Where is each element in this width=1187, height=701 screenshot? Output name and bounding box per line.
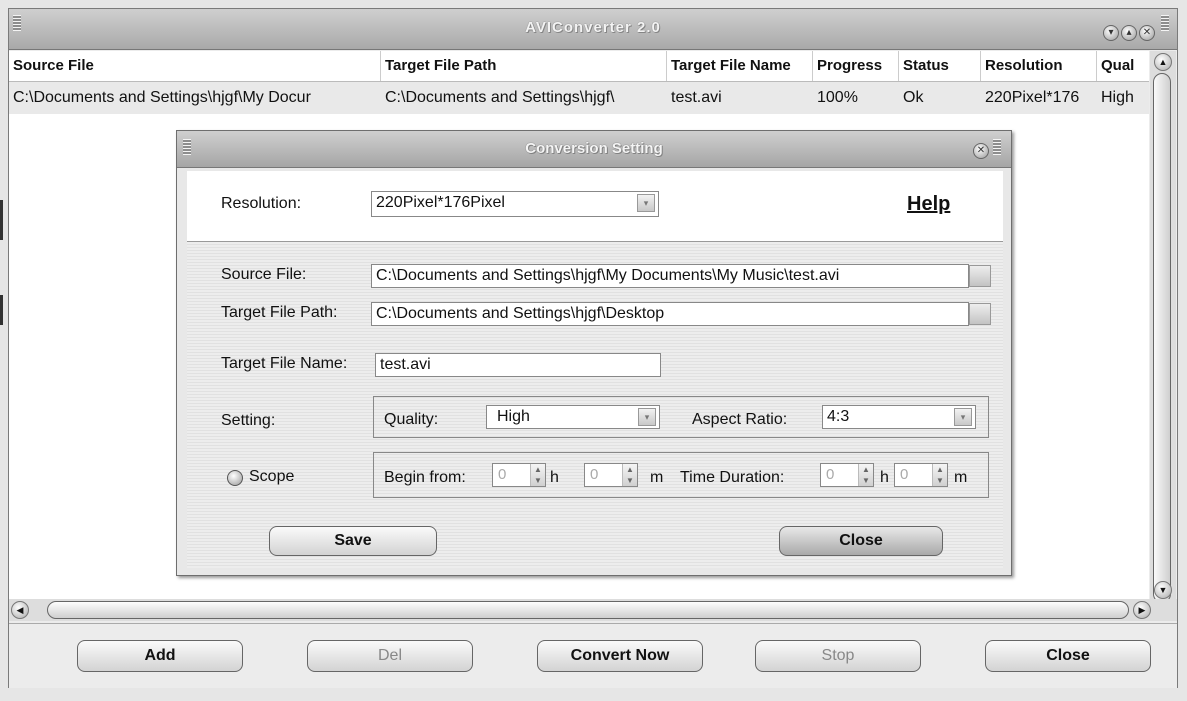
cell-status: Ok: [903, 89, 924, 106]
hours-unit: h: [880, 469, 889, 486]
aspect-ratio-label: Aspect Ratio:: [692, 411, 788, 428]
column-header-resolution[interactable]: Resolution: [981, 51, 1097, 81]
target-file-path-label: Target File Path:: [221, 304, 338, 321]
table-header: Source File Target File Path Target File…: [9, 51, 1149, 82]
target-file-name-field[interactable]: test.avi: [375, 353, 661, 377]
close-icon[interactable]: ✕: [1139, 25, 1155, 41]
vertical-scroll-thumb[interactable]: [1153, 73, 1171, 603]
minutes-unit: m: [650, 469, 664, 486]
horizontal-scroll-thumb[interactable]: [47, 601, 1129, 619]
dialog-close-button[interactable]: Close: [779, 526, 943, 556]
minutes-unit: m: [954, 469, 968, 486]
cell-source-file: C:\Documents and Settings\hjgf\My Docur: [13, 89, 311, 106]
duration-hours-spinner[interactable]: 0 ▲ ▼: [820, 463, 874, 487]
scroll-left-icon[interactable]: ◀: [11, 601, 29, 619]
maximize-icon[interactable]: ▴: [1121, 25, 1137, 41]
aspect-ratio-value: 4:3: [827, 408, 850, 425]
scroll-right-icon[interactable]: ▶: [1133, 601, 1151, 619]
dialog-close-icon[interactable]: ✕: [973, 143, 989, 159]
settings-panel: Source File: C:\Documents and Settings\h…: [187, 241, 1003, 568]
begin-minutes-spinner[interactable]: 0 ▲ ▼: [584, 463, 638, 487]
dropdown-arrow-icon[interactable]: ▾: [637, 194, 655, 212]
duration-hours-value: 0: [826, 466, 835, 483]
column-header-source-file[interactable]: Source File: [9, 51, 381, 81]
cell-resolution: 220Pixel*176: [985, 89, 1080, 106]
scroll-up-icon[interactable]: ▲: [1154, 53, 1172, 71]
resolution-panel: Resolution: 220Pixel*176Pixel ▾ Help: [187, 171, 1003, 241]
time-duration-label: Time Duration:: [680, 469, 785, 486]
save-button[interactable]: Save: [269, 526, 437, 556]
window-title: AVIConverter 2.0: [525, 19, 661, 36]
begin-hours-value: 0: [498, 466, 507, 483]
quality-value: High: [497, 408, 530, 425]
scope-radio[interactable]: [227, 470, 243, 486]
aspect-ratio-select[interactable]: 4:3 ▾: [822, 405, 976, 429]
scope-label: Scope: [249, 468, 295, 485]
conversion-setting-dialog: Conversion Setting ✕ Resolution: 220Pixe…: [176, 130, 1012, 576]
resolution-label: Resolution:: [221, 195, 302, 212]
resolution-select[interactable]: 220Pixel*176Pixel ▾: [371, 191, 659, 217]
help-link[interactable]: Help: [907, 193, 950, 216]
edge-mark: [0, 295, 3, 325]
resolution-value: 220Pixel*176Pixel: [376, 194, 505, 211]
target-file-path-field[interactable]: C:\Documents and Settings\hjgf\Desktop: [371, 302, 969, 326]
column-header-quality[interactable]: Qual: [1097, 51, 1149, 81]
quality-label: Quality:: [384, 411, 439, 428]
scope-group: Begin from: 0 ▲ ▼ h 0 ▲ ▼ m Time Duration:…: [373, 452, 989, 498]
minimize-icon[interactable]: ▾: [1103, 25, 1119, 41]
action-bar: Add Del Convert Now Stop Close: [9, 623, 1177, 688]
stop-button[interactable]: Stop: [755, 640, 921, 672]
column-header-progress[interactable]: Progress: [813, 51, 899, 81]
dropdown-arrow-icon[interactable]: ▾: [638, 408, 656, 426]
spinner-arrows-icon[interactable]: ▲ ▼: [932, 464, 947, 486]
convert-now-button[interactable]: Convert Now: [537, 640, 703, 672]
dialog-title-bar[interactable]: Conversion Setting ✕: [177, 131, 1011, 168]
edge-mark: [0, 200, 3, 240]
dialog-title: Conversion Setting: [525, 140, 663, 157]
grip-icon: [993, 139, 1001, 155]
duration-minutes-value: 0: [900, 466, 909, 483]
setting-group: Quality: High ▾ Aspect Ratio: 4:3 ▾: [373, 396, 989, 438]
table-row[interactable]: C:\Documents and Settings\hjgf\My Docur …: [9, 82, 1149, 114]
column-header-status[interactable]: Status: [899, 51, 981, 81]
spinner-arrows-icon[interactable]: ▲ ▼: [858, 464, 873, 486]
source-browse-button[interactable]: [969, 265, 991, 287]
scroll-down-icon[interactable]: ▼: [1154, 581, 1172, 599]
vertical-scrollbar[interactable]: ▲ ▼: [1150, 51, 1176, 603]
source-file-field[interactable]: C:\Documents and Settings\hjgf\My Docume…: [371, 264, 969, 288]
grip-icon: [1161, 15, 1169, 31]
begin-from-label: Begin from:: [384, 469, 466, 486]
hours-unit: h: [550, 469, 559, 486]
begin-hours-spinner[interactable]: 0 ▲ ▼: [492, 463, 546, 487]
cell-quality: High: [1101, 89, 1134, 106]
source-file-label: Source File:: [221, 266, 307, 283]
cell-target-file-path: C:\Documents and Settings\hjgf\: [385, 89, 615, 106]
column-header-target-file-path[interactable]: Target File Path: [381, 51, 667, 81]
setting-label: Setting:: [221, 412, 276, 429]
cell-progress: 100%: [817, 89, 858, 106]
close-button[interactable]: Close: [985, 640, 1151, 672]
spinner-arrows-icon[interactable]: ▲ ▼: [530, 464, 545, 486]
column-header-target-file-name[interactable]: Target File Name: [667, 51, 813, 81]
begin-minutes-value: 0: [590, 466, 599, 483]
dropdown-arrow-icon[interactable]: ▾: [954, 408, 972, 426]
title-bar[interactable]: AVIConverter 2.0 ▾ ▴ ✕: [9, 9, 1177, 50]
del-button[interactable]: Del: [307, 640, 473, 672]
cell-target-file-name: test.avi: [671, 89, 722, 106]
target-browse-button[interactable]: [969, 303, 991, 325]
add-button[interactable]: Add: [77, 640, 243, 672]
horizontal-scrollbar[interactable]: ◀ ▶: [9, 599, 1177, 621]
spinner-arrows-icon[interactable]: ▲ ▼: [622, 464, 637, 486]
quality-select[interactable]: High ▾: [486, 405, 660, 429]
target-file-name-label: Target File Name:: [221, 355, 348, 372]
duration-minutes-spinner[interactable]: 0 ▲ ▼: [894, 463, 948, 487]
